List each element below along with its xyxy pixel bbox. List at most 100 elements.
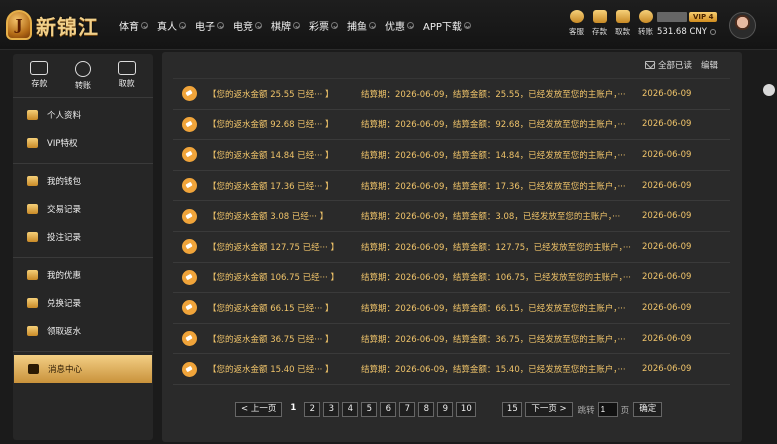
page-button[interactable]: 6 bbox=[380, 402, 397, 417]
account-info[interactable]: VIP 4 531.68 CNY bbox=[657, 12, 718, 37]
page-button[interactable]: 2 bbox=[304, 402, 321, 417]
floating-dot[interactable] bbox=[763, 84, 775, 96]
coin-bag-icon bbox=[27, 298, 38, 308]
message-date: 2026-06-09 bbox=[642, 180, 692, 191]
chevron-down-icon bbox=[141, 22, 148, 29]
message-row[interactable]: 【您的返水金额 25.55 已经··· 】 结算期：2026-06-09，结算金额… bbox=[173, 79, 730, 110]
transfer-button[interactable]: 转账 bbox=[634, 10, 657, 37]
last-page-button[interactable]: 15 bbox=[502, 402, 523, 417]
account-name-redacted bbox=[657, 12, 687, 22]
message-content: 结算期：2026-06-09，结算金额：14.84，已经发放至您的主账户，··· bbox=[361, 150, 626, 161]
sidebar-item-transactions[interactable]: 交易记录 bbox=[13, 195, 153, 223]
piggy-bank-icon bbox=[27, 176, 38, 186]
sidebar-item-rebate[interactable]: 领取返水 bbox=[13, 317, 153, 345]
nav-item[interactable]: 真人 bbox=[157, 18, 186, 33]
chevron-down-icon bbox=[331, 22, 338, 29]
bell-icon bbox=[28, 364, 39, 374]
message-date: 2026-06-09 bbox=[642, 302, 692, 313]
wallet-actions: 存款 转账 取款 bbox=[13, 54, 153, 94]
sidebar-item-promotions[interactable]: 我的优惠 bbox=[13, 261, 153, 289]
page-button[interactable]: 9 bbox=[437, 402, 454, 417]
next-page-button[interactable]: 下一页 > bbox=[525, 402, 573, 417]
message-row[interactable]: 【您的返水金额 92.68 已经··· 】 结算期：2026-06-09，结算金额… bbox=[173, 110, 730, 141]
divider bbox=[13, 163, 153, 164]
tag-icon bbox=[182, 86, 197, 102]
message-row[interactable]: 【您的返水金额 66.15 已经··· 】 结算期：2026-06-09，结算金额… bbox=[173, 293, 730, 324]
nav-item[interactable]: 电竞 bbox=[233, 18, 262, 33]
sidebar-item-bet-records[interactable]: 投注记录 bbox=[13, 223, 153, 251]
edit-button[interactable]: 编辑 bbox=[701, 59, 718, 71]
page-button[interactable]: 5 bbox=[361, 402, 378, 417]
sidebar-item-profile[interactable]: 个人资料 bbox=[13, 101, 153, 129]
page-button[interactable]: 3 bbox=[323, 402, 340, 417]
message-row[interactable]: 【您的返水金额 14.84 已经··· 】 结算期：2026-06-09，结算金额… bbox=[173, 140, 730, 171]
message-row[interactable]: 【您的返水金额 3.08 已经··· 】 结算期：2026-06-09，结算金额：… bbox=[173, 201, 730, 232]
transfer-icon bbox=[638, 10, 653, 23]
sidebar-transfer-button[interactable]: 转账 bbox=[74, 61, 91, 94]
customer-service-button[interactable]: 客服 bbox=[565, 10, 588, 37]
sidebar-item-messages[interactable]: 消息中心 bbox=[14, 355, 152, 383]
message-content: 结算期：2026-06-09，结算金额：106.75，已经发放至您的主账户，··… bbox=[361, 273, 631, 284]
page-button[interactable]: 10 bbox=[456, 402, 477, 417]
site-logo[interactable]: J 新锦江 bbox=[6, 9, 99, 41]
message-date: 2026-06-09 bbox=[642, 119, 692, 130]
message-date: 2026-06-09 bbox=[642, 149, 692, 160]
chevron-down-icon bbox=[217, 22, 224, 29]
tag-icon bbox=[182, 300, 197, 316]
confirm-button[interactable]: 确定 bbox=[633, 402, 663, 417]
message-row[interactable]: 【您的返水金额 106.75 已经··· 】 结算期：2026-06-09，结算金… bbox=[173, 263, 730, 294]
message-row[interactable]: 【您的返水金额 17.36 已经··· 】 结算期：2026-06-09，结算金额… bbox=[173, 171, 730, 202]
pagination: < 上一页 1 2 3 4 5 6 7 8 9 10 15 下一页 > 跳转 页… bbox=[235, 402, 663, 417]
message-date: 2026-06-09 bbox=[642, 88, 692, 99]
divider bbox=[13, 97, 153, 98]
prev-page-button[interactable]: < 上一页 bbox=[235, 402, 283, 417]
card-icon bbox=[615, 10, 630, 23]
message-date: 2026-06-09 bbox=[642, 211, 692, 222]
divider bbox=[13, 351, 153, 352]
message-title: 【您的返水金额 92.68 已经··· 】 bbox=[208, 120, 334, 131]
message-content: 结算期：2026-06-09，结算金额：15.40，已经发放至您的主账户，··· bbox=[361, 365, 626, 376]
card-icon bbox=[117, 61, 136, 75]
message-content: 结算期：2026-06-09，结算金额：127.75，已经发放至您的主账户，··… bbox=[361, 242, 631, 253]
sidebar-item-redeem-records[interactable]: 兑换记录 bbox=[13, 289, 153, 317]
message-title: 【您的返水金额 14.84 已经··· 】 bbox=[208, 150, 334, 161]
wallet-icon bbox=[30, 61, 49, 75]
message-content: 结算期：2026-06-09，结算金额：17.36，已经发放至您的主账户，··· bbox=[361, 181, 626, 192]
refresh-icon[interactable] bbox=[709, 28, 716, 35]
message-row[interactable]: 【您的返水金额 36.75 已经··· 】 结算期：2026-06-09，结算金额… bbox=[173, 324, 730, 355]
nav-item[interactable]: 彩票 bbox=[309, 18, 338, 33]
message-title: 【您的返水金额 3.08 已经··· 】 bbox=[208, 212, 329, 223]
message-title: 【您的返水金额 36.75 已经··· 】 bbox=[208, 334, 334, 345]
sidebar-deposit-button[interactable]: 存款 bbox=[30, 61, 49, 94]
message-row[interactable]: 【您的返水金额 127.75 已经··· 】 结算期：2026-06-09，结算金… bbox=[173, 232, 730, 263]
page-button[interactable]: 7 bbox=[399, 402, 416, 417]
tag-icon bbox=[182, 239, 197, 255]
nav-item[interactable]: 捕鱼 bbox=[347, 18, 376, 33]
chevron-down-icon bbox=[369, 22, 376, 29]
nav-item[interactable]: 电子 bbox=[195, 18, 224, 33]
sidebar-item-wallet[interactable]: 我的钱包 bbox=[13, 167, 153, 195]
chevron-down-icon bbox=[255, 22, 262, 29]
panel-actions: 全部已读 编辑 bbox=[644, 59, 718, 71]
message-date: 2026-06-09 bbox=[642, 333, 692, 344]
sidebar-item-vip[interactable]: VIP特权 bbox=[13, 129, 153, 157]
avatar[interactable] bbox=[729, 12, 756, 39]
nav-item[interactable]: 体育 bbox=[119, 18, 148, 33]
page-button[interactable]: 8 bbox=[418, 402, 435, 417]
nav-item[interactable]: 优惠 bbox=[385, 18, 414, 33]
message-title: 【您的返水金额 66.15 已经··· 】 bbox=[208, 303, 334, 314]
nav-item[interactable]: APP下载 bbox=[423, 18, 471, 33]
mail-open-icon bbox=[644, 61, 655, 69]
sidebar-withdraw-button[interactable]: 取款 bbox=[117, 61, 136, 94]
deposit-button[interactable]: 存款 bbox=[588, 10, 611, 37]
message-row[interactable]: 【您的返水金额 15.40 已经··· 】 结算期：2026-06-09，结算金额… bbox=[173, 354, 730, 385]
withdraw-button[interactable]: 取款 bbox=[611, 10, 634, 37]
page-button[interactable]: 4 bbox=[342, 402, 359, 417]
clipboard-icon bbox=[27, 232, 38, 242]
top-header: J 新锦江 体育 真人 电子 电竞 棋牌 彩票 捕鱼 优惠 APP下载 客服 存… bbox=[0, 0, 777, 50]
mark-all-read-button[interactable]: 全部已读 bbox=[658, 59, 692, 71]
sidebar: 存款 转账 取款 个人资料 VIP特权 我的钱包 交易记录 投注记录 我的优惠 … bbox=[13, 54, 153, 440]
page-number-input[interactable] bbox=[597, 402, 618, 417]
nav-item[interactable]: 棋牌 bbox=[271, 18, 300, 33]
id-card-icon bbox=[27, 110, 38, 120]
